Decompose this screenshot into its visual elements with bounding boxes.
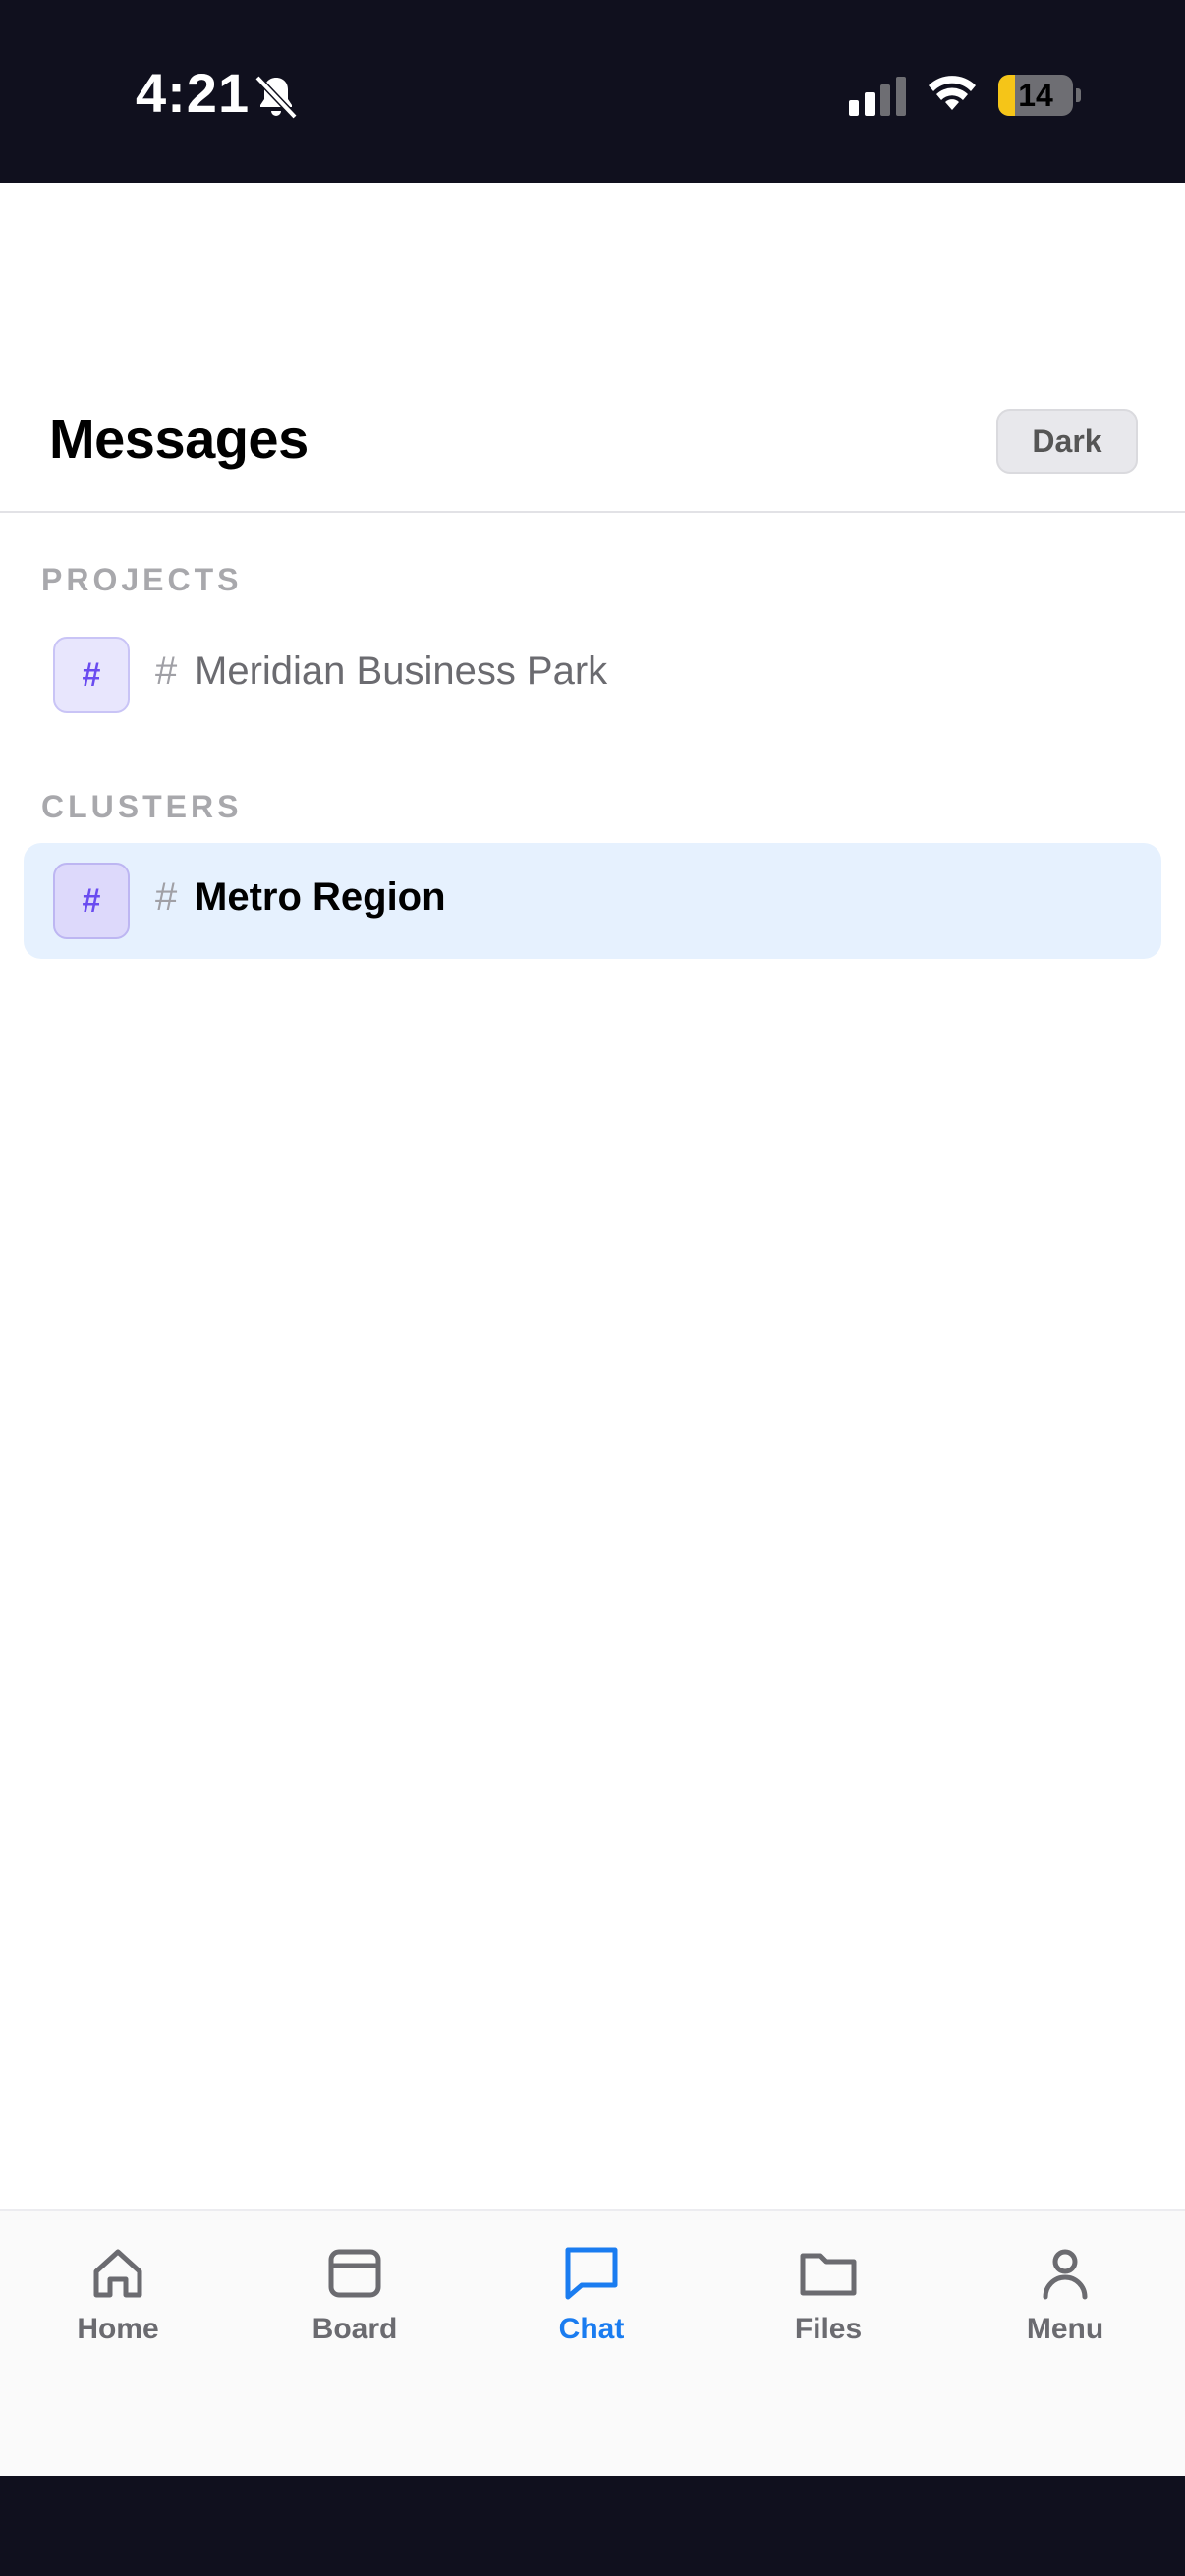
channel-hash-icon: # [155,649,178,693]
tab-label: Chat [558,2313,625,2345]
section-label-projects: PROJECTS [41,562,243,597]
tab-menu[interactable]: Menu [977,2242,1154,2380]
status-bar: 4:21 14 [0,0,1185,183]
tab-bar: Home Board Chat Files Menu [0,2209,1185,2478]
theme-toggle-button[interactable]: Dark [996,409,1138,474]
person-icon [1043,2249,1088,2300]
tab-label: Menu [1026,2313,1104,2345]
channel-name: Meridian Business Park [195,649,608,693]
channel-item-metro-region[interactable]: # # Metro Region [24,843,1161,959]
tab-label: Files [794,2313,863,2345]
tab-home[interactable]: Home [29,2242,206,2380]
channel-name: Metro Region [195,875,446,919]
channel-hash-icon: # [155,875,178,919]
chat-icon [565,2247,618,2300]
bell-slash-icon [254,75,298,120]
tab-label: Home [77,2313,159,2345]
battery-level: 14 [1018,78,1053,113]
channel-avatar: # [53,637,130,713]
tab-board[interactable]: Board [266,2242,443,2380]
tab-chat[interactable]: Chat [503,2242,680,2380]
header: Messages Dark [0,183,1185,513]
tab-label: Board [311,2313,398,2345]
channel-avatar: # [53,863,130,939]
battery-icon: 14 [998,75,1081,116]
page-title: Messages [49,408,309,470]
section-label-clusters: CLUSTERS [41,789,243,824]
channel-item-meridian-business-park[interactable]: # # Meridian Business Park [24,617,1161,733]
folder-icon [800,2253,857,2296]
board-icon [328,2249,381,2298]
cellular-signal-icon [849,77,906,116]
home-indicator-area [0,2476,1185,2576]
status-time: 4:21 [136,62,251,124]
tab-files[interactable]: Files [740,2242,917,2380]
home-icon [93,2249,142,2298]
wifi-icon [929,76,976,110]
